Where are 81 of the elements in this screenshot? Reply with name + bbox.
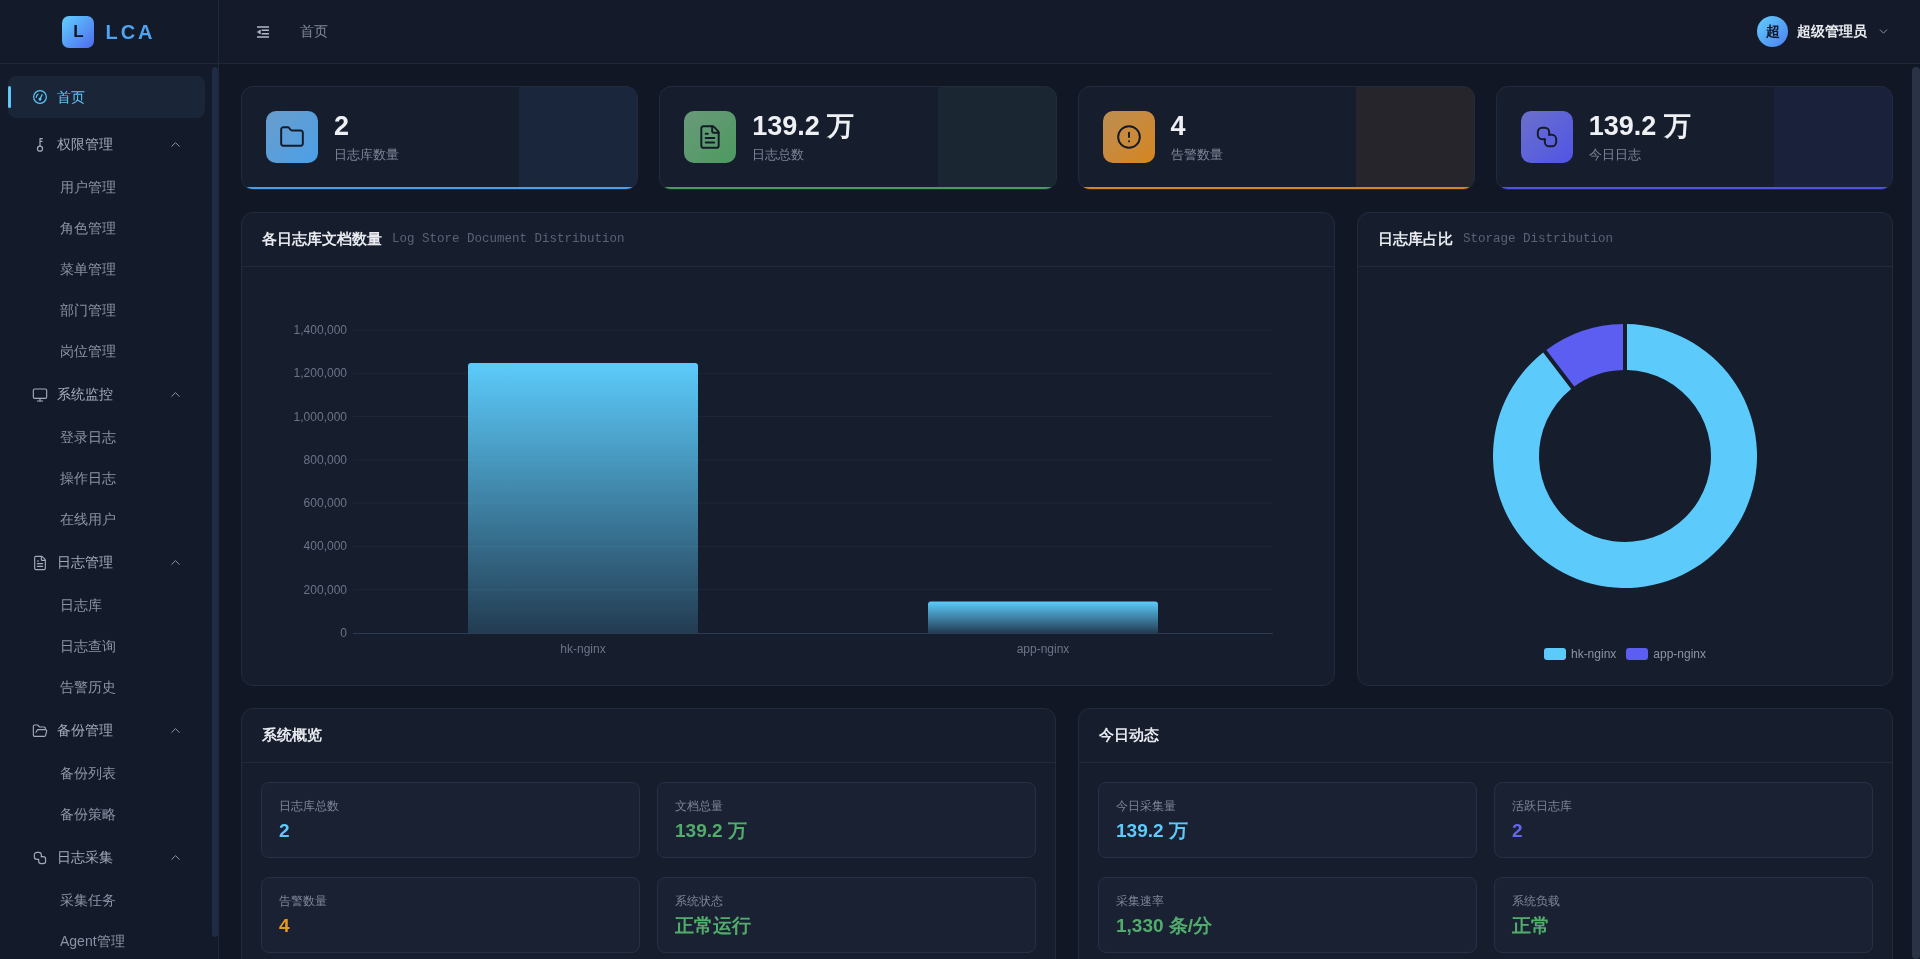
nav-item[interactable]: 日志管理: [8, 540, 205, 585]
nav-item[interactable]: 系统监控: [8, 372, 205, 417]
nav-item[interactable]: 首页: [8, 76, 205, 118]
nav-item[interactable]: 告警历史: [8, 667, 205, 708]
document-icon: [684, 111, 737, 163]
folder-icon: [32, 722, 48, 739]
y-axis-label: 1,400,000: [293, 323, 347, 337]
nav-item[interactable]: 备份管理: [8, 708, 205, 753]
metric-value: 139.2 万: [1116, 819, 1189, 843]
y-axis-label: 400,000: [303, 539, 347, 554]
metric-value: 2: [279, 819, 291, 843]
stat-value: 2: [334, 110, 351, 142]
metric-value: 1,330 条/分: [1116, 914, 1214, 938]
y-axis-label: 1,200,000: [293, 366, 347, 381]
document-icon: [32, 554, 48, 571]
metric-value: 正常: [1512, 914, 1551, 938]
nav-item[interactable]: 日志采集: [8, 835, 205, 880]
scrollbar-thumb[interactable]: [212, 67, 218, 937]
gauge-icon: [32, 89, 48, 105]
nav-item[interactable]: 部门管理: [8, 290, 205, 331]
metric-label: 日志库总数: [279, 798, 340, 815]
panel-title: 系统概览: [262, 725, 322, 746]
stat-label: 日志库数量: [334, 146, 399, 164]
nav-item[interactable]: Agent管理: [8, 921, 205, 959]
metric-value: 2: [1512, 819, 1524, 843]
nav-item[interactable]: 日志库: [8, 585, 205, 626]
link-icon: [32, 849, 48, 866]
panel-subtitle: Log Store Document Distribution: [392, 231, 625, 249]
scrollbar-thumb[interactable]: [1912, 67, 1920, 959]
metric-label: 告警数量: [279, 893, 328, 910]
stat-value: 139.2 万: [1588, 110, 1691, 142]
nav-item[interactable]: 备份策略: [8, 794, 205, 835]
link-icon: [1520, 111, 1573, 163]
monitor-icon: [32, 386, 48, 403]
metric-label: 采集速率: [1116, 893, 1165, 910]
nav-item[interactable]: 操作日志: [8, 458, 205, 499]
nav-item[interactable]: 在线用户: [8, 499, 205, 540]
stat-label: 日志总数: [752, 146, 806, 164]
metric-value: 139.2 万: [675, 819, 748, 843]
legend-label: app-nginx: [1653, 646, 1707, 663]
x-axis-label: app-nginx: [1016, 642, 1070, 656]
nav-item[interactable]: 菜单管理: [8, 249, 205, 290]
metric-label: 系统状态: [675, 893, 724, 910]
nav-item[interactable]: 登录日志: [8, 417, 205, 458]
logo-text: LCA: [105, 19, 156, 45]
panel-title: 日志库占比: [1378, 229, 1453, 250]
user-menu-button[interactable]: 超级管理员: [1797, 21, 1890, 42]
panel-title: 各日志库文档数量: [262, 229, 382, 250]
y-axis-label: 0: [340, 626, 347, 640]
y-axis-label: 1,000,000: [293, 409, 347, 424]
panel-subtitle: Storage Distribution: [1463, 231, 1614, 249]
logo-mark: L: [62, 15, 95, 48]
y-axis-label: 800,000: [303, 452, 347, 467]
active-indicator: [8, 86, 11, 108]
legend-label: hk-nginx: [1570, 646, 1617, 663]
avatar: 超: [1757, 16, 1788, 47]
metric-label: 今日采集量: [1116, 798, 1177, 815]
stat-label: 今日日志: [1588, 146, 1642, 164]
menu-fold-icon[interactable]: [255, 23, 271, 40]
nav-item[interactable]: 岗位管理: [8, 331, 205, 372]
nav-item[interactable]: 用户管理: [8, 167, 205, 208]
stat-value: 4: [1170, 110, 1187, 142]
stat-label: 告警数量: [1170, 146, 1223, 164]
alert-icon: [1102, 111, 1155, 163]
metric-value: 4: [279, 914, 291, 938]
x-axis-label: hk-nginx: [560, 642, 606, 656]
y-axis-label: 600,000: [303, 496, 347, 511]
panel-title: 今日动态: [1099, 725, 1159, 746]
breadcrumb-item: 首页: [300, 22, 328, 41]
nav-item[interactable]: 备份列表: [8, 753, 205, 794]
y-axis-label: 200,000: [303, 582, 347, 597]
metric-label: 活跃日志库: [1512, 798, 1573, 815]
nav-item[interactable]: 采集任务: [8, 880, 205, 921]
folder-icon: [266, 111, 318, 163]
nav-item[interactable]: 角色管理: [8, 208, 205, 249]
nav-item[interactable]: 权限管理: [8, 122, 205, 167]
nav-item[interactable]: 日志查询: [8, 626, 205, 667]
metric-label: 文档总量: [675, 798, 724, 815]
metric-label: 系统负载: [1512, 893, 1561, 910]
stat-value: 139.2 万: [752, 110, 855, 142]
metric-value: 正常运行: [675, 914, 752, 938]
